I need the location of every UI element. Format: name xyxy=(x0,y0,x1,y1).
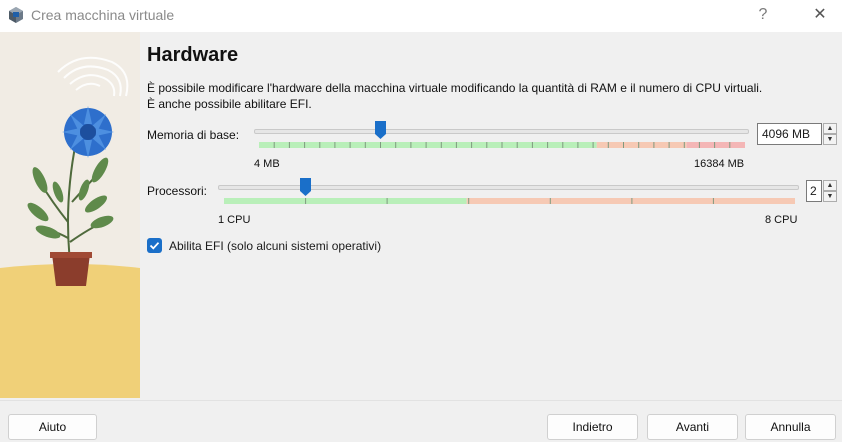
memory-scale xyxy=(259,142,745,148)
memory-value-field[interactable]: 4096 MB xyxy=(757,123,822,145)
help-button[interactable]: Aiuto xyxy=(8,414,97,440)
processors-spinner: ▲ ▼ xyxy=(823,180,837,202)
content-area: Hardware È possibile modificare l'hardwa… xyxy=(0,32,842,400)
memory-value: 4096 MB xyxy=(762,127,811,141)
page-heading: Hardware xyxy=(147,44,239,66)
processors-scale-ok-zone xyxy=(224,198,467,204)
processors-min-label: 1 CPU xyxy=(218,214,251,226)
memory-decrease-button[interactable]: ▼ xyxy=(823,134,837,145)
processors-max-label: 8 CPU xyxy=(765,214,798,226)
button-bar: Aiuto Indietro Avanti Annulla xyxy=(0,400,842,442)
processors-value: 2 xyxy=(810,184,817,198)
title-bar: Crea macchina virtuale ? ✕ xyxy=(0,0,842,32)
processors-label: Processori: xyxy=(147,184,208,198)
processors-scale-warn-zone xyxy=(466,198,795,204)
cancel-button[interactable]: Annulla xyxy=(745,414,836,440)
page-description: È possibile modificare l'hardware della … xyxy=(147,81,763,111)
memory-increase-button[interactable]: ▲ xyxy=(823,123,837,134)
processors-increase-button[interactable]: ▲ xyxy=(823,180,837,191)
processors-decrease-button[interactable]: ▼ xyxy=(823,191,837,202)
memory-scale-warn-zone xyxy=(596,142,687,148)
memory-scale-ok-zone xyxy=(259,142,597,148)
window-title: Crea macchina virtuale xyxy=(31,7,175,23)
memory-slider-track[interactable] xyxy=(254,129,749,134)
memory-spinner: ▲ ▼ xyxy=(823,123,837,145)
checkmark-icon xyxy=(149,242,160,250)
memory-slider-handle[interactable] xyxy=(374,121,386,139)
processors-slider-handle[interactable] xyxy=(300,178,312,196)
processors-value-field[interactable]: 2 xyxy=(806,180,822,202)
next-button[interactable]: Avanti xyxy=(647,414,738,440)
wizard-illustration xyxy=(0,32,140,398)
memory-max-label: 16384 MB xyxy=(694,158,745,170)
memory-scale-danger-zone xyxy=(686,142,745,148)
memory-label: Memoria di base: xyxy=(147,128,240,142)
close-button[interactable]: ✕ xyxy=(800,0,840,30)
help-title-button[interactable]: ? xyxy=(746,0,780,30)
memory-min-label: 4 MB xyxy=(254,158,280,170)
efi-label: Abilita EFI (solo alcuni sistemi operati… xyxy=(169,239,382,253)
back-button[interactable]: Indietro xyxy=(547,414,638,440)
processors-scale xyxy=(224,198,795,204)
virtualbox-icon xyxy=(9,7,23,23)
efi-checkbox[interactable] xyxy=(147,238,162,253)
